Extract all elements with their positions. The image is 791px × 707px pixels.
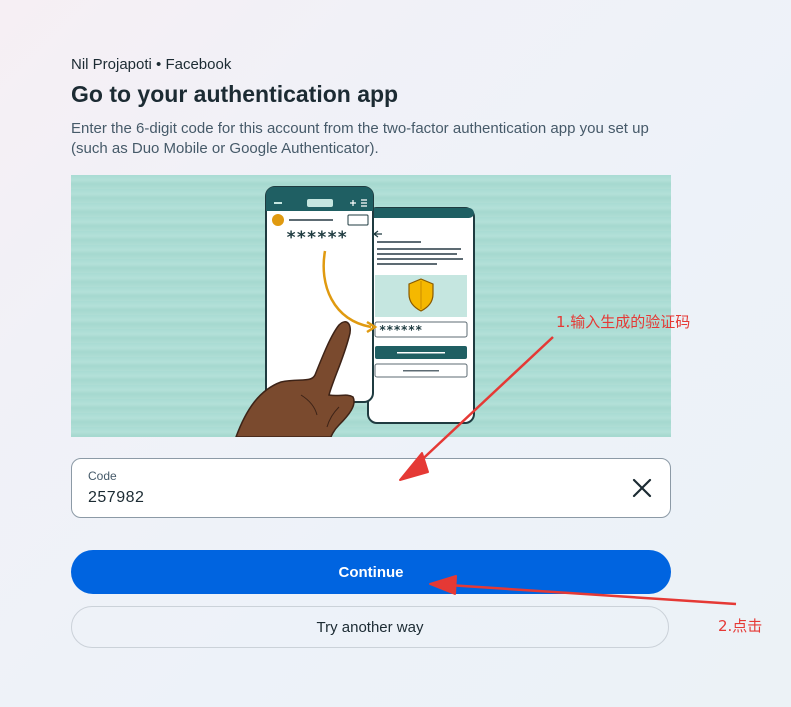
annotation-step2: 2.点击	[718, 617, 763, 635]
continue-button[interactable]: Continue	[71, 550, 671, 594]
code-field[interactable]: Code	[71, 458, 671, 518]
code-input[interactable]	[88, 487, 608, 509]
account-line: Nil Projapoti • Facebook	[71, 56, 232, 73]
right-phone: ******	[367, 207, 475, 424]
illustration-graphic: ****** ******	[235, 186, 475, 437]
clear-button[interactable]	[630, 476, 654, 500]
left-masked-code: ******	[286, 228, 347, 248]
authentication-illustration: ****** ******	[71, 175, 671, 437]
try-another-way-button[interactable]: Try another way	[71, 606, 669, 648]
close-icon	[632, 478, 652, 498]
code-label: Code	[88, 469, 117, 483]
annotation-step1: 1.输入生成的验证码	[556, 313, 691, 331]
page-description: Enter the 6-digit code for this account …	[71, 120, 649, 157]
right-masked-code: ******	[379, 323, 422, 337]
page-title: Go to your authentication app	[71, 81, 399, 107]
